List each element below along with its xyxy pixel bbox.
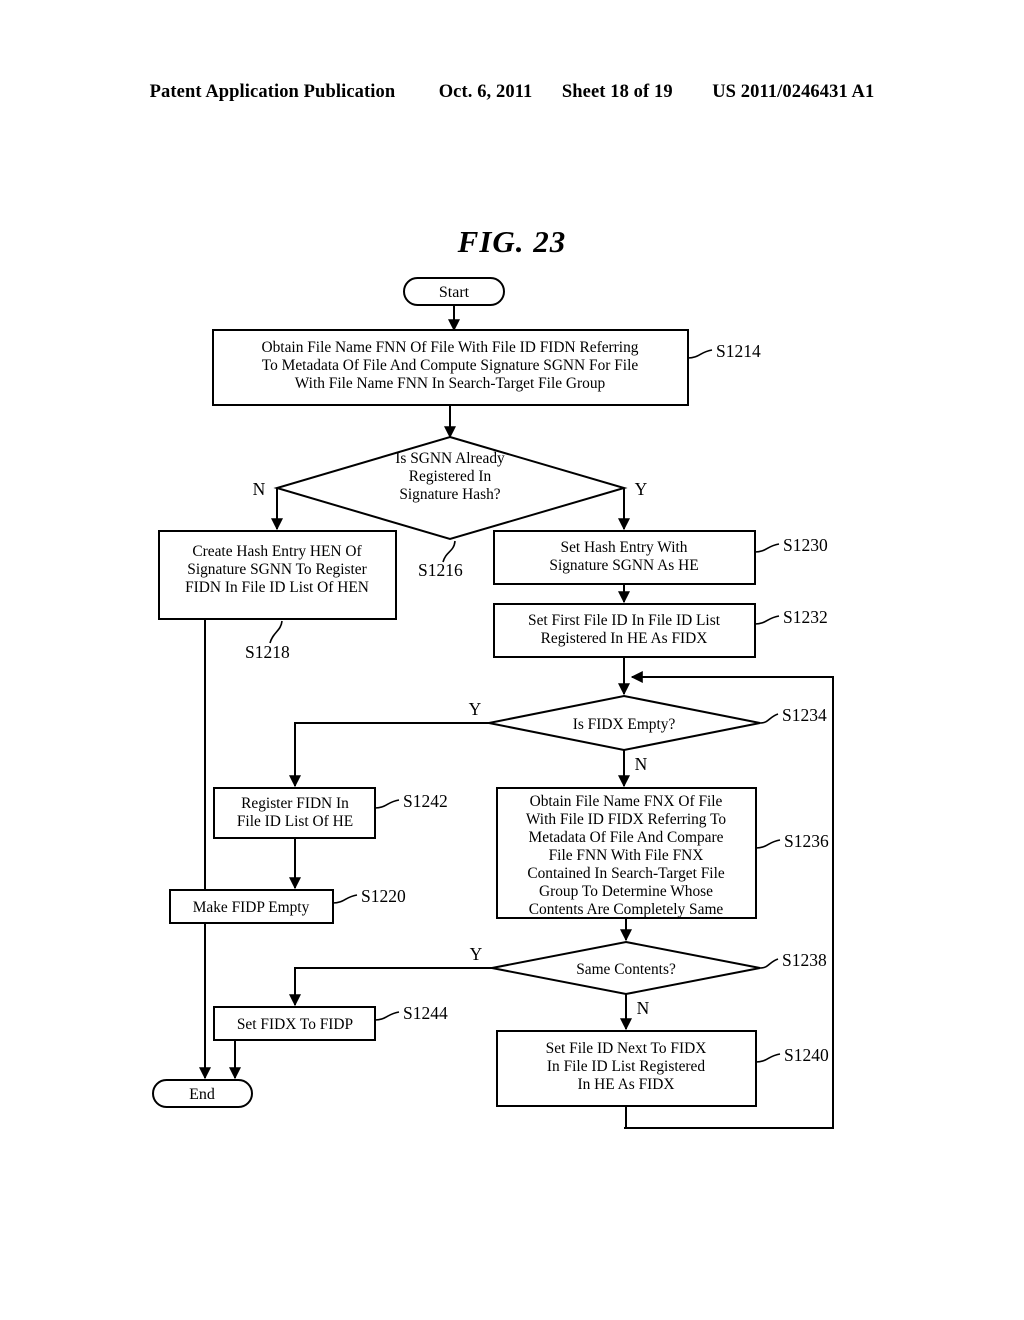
s1214-leader xyxy=(687,349,713,359)
s1236-line-1: With File ID FIDX Referring To xyxy=(526,811,727,828)
s1216-branch-yes-label: Y xyxy=(635,479,648,499)
s1234-step-id: S1234 xyxy=(782,705,827,725)
node-s1218: Create Hash Entry HEN Of Signature SGNN … xyxy=(158,530,397,662)
node-s1244: Set FIDX To FIDP S1244 xyxy=(213,1003,448,1041)
s1240-step-id: S1240 xyxy=(784,1045,829,1065)
edge-s1238-yes-to-s1244 xyxy=(289,967,492,1007)
node-s1240: Set File ID Next To FIDX In File ID List… xyxy=(496,1030,829,1107)
s1238-branch-no-label: N xyxy=(637,998,650,1018)
s1236-line-5: Group To Determine Whose xyxy=(539,883,713,900)
flowchart-diagram: Start Obtain File Name FNN Of File With … xyxy=(152,277,834,1129)
s1214-line-1: To Metadata Of File And Compute Signatur… xyxy=(262,357,639,374)
s1214-line-2: With File Name FNN In Search-Target File… xyxy=(295,375,606,392)
s1238-step-id: S1238 xyxy=(782,950,827,970)
s1232-line-1: Registered In HE As FIDX xyxy=(541,630,708,647)
s1230-step-id: S1230 xyxy=(783,535,828,555)
s1216-step-id: S1216 xyxy=(418,560,463,580)
s1218-step-id: S1218 xyxy=(245,642,290,662)
s1236-line-4: Contained In Search-Target File xyxy=(527,865,725,882)
node-start: Start xyxy=(403,277,505,306)
s1218-line-0: Create Hash Entry HEN Of xyxy=(192,543,362,560)
s1230-leader xyxy=(754,543,780,553)
s1234-branch-yes-label: Y xyxy=(469,699,482,719)
s1234-leader xyxy=(759,713,779,724)
s1234-branch-no-label: N xyxy=(635,754,648,774)
s1236-line-0: Obtain File Name FNX Of File xyxy=(530,793,723,810)
s1216-line-0: Is SGNN Already xyxy=(395,450,505,467)
start-label: Start xyxy=(439,284,470,301)
s1214-step-id: S1214 xyxy=(716,341,761,361)
s1220-leader xyxy=(332,894,358,904)
end-label: End xyxy=(189,1086,215,1103)
s1230-line-0: Set Hash Entry With xyxy=(561,539,688,556)
node-s1232: Set First File ID In File ID List Regist… xyxy=(493,603,828,658)
s1236-line-3: File FNN With File FNX xyxy=(549,847,704,864)
s1216-line-1: Registered In xyxy=(409,468,492,485)
node-s1238: Same Contents? S1238 xyxy=(491,940,827,996)
s1244-leader xyxy=(374,1011,400,1021)
s1230-line-1: Signature SGNN As HE xyxy=(549,557,698,574)
node-s1220: Make FIDP Empty S1220 xyxy=(169,886,406,924)
node-s1242: Register FIDN In File ID List Of HE S124… xyxy=(213,787,448,839)
s1232-step-id: S1232 xyxy=(783,607,828,627)
s1216-branch-no-label: N xyxy=(253,479,266,499)
node-s1214: Obtain File Name FNN Of File With File I… xyxy=(212,329,761,406)
s1236-line-2: Metadata Of File And Compare xyxy=(529,829,724,846)
s1242-step-id: S1242 xyxy=(403,791,448,811)
node-s1230: Set Hash Entry With Signature SGNN As HE… xyxy=(493,530,828,585)
s1240-line-2: In HE As FIDX xyxy=(577,1076,674,1093)
s1236-step-id: S1236 xyxy=(784,831,829,851)
s1236-line-6: Contents Are Completely Same xyxy=(529,901,724,918)
s1232-leader xyxy=(754,615,780,625)
edge-s1234-yes-to-s1242 xyxy=(289,722,489,788)
s1240-line-1: In File ID List Registered xyxy=(547,1058,705,1075)
patent-page: Patent Application Publication Oct. 6, 2… xyxy=(0,0,1024,1320)
s1238-leader xyxy=(759,958,779,969)
s1244-step-id: S1244 xyxy=(403,1003,448,1023)
s1216-leader xyxy=(442,540,456,563)
s1242-line-1: File ID List Of HE xyxy=(237,813,353,830)
s1218-line-2: FIDN In File ID List Of HEN xyxy=(185,579,369,596)
node-end: End xyxy=(152,1079,253,1108)
s1220-step-id: S1220 xyxy=(361,886,406,906)
s1220-line-0: Make FIDP Empty xyxy=(193,899,310,916)
s1242-leader xyxy=(374,799,400,809)
node-s1236: Obtain File Name FNX Of File With File I… xyxy=(496,787,829,919)
s1214-line-0: Obtain File Name FNN Of File With File I… xyxy=(262,339,639,356)
s1232-line-0: Set First File ID In File ID List xyxy=(528,612,721,629)
s1234-line-0: Is FIDX Empty? xyxy=(573,716,676,733)
s1244-line-0: Set FIDX To FIDP xyxy=(237,1016,353,1033)
s1240-leader xyxy=(755,1053,781,1063)
s1240-line-0: Set File ID Next To FIDX xyxy=(546,1040,707,1057)
s1238-branch-yes-label: Y xyxy=(470,944,483,964)
s1218-line-1: Signature SGNN To Register xyxy=(187,561,366,578)
s1242-line-0: Register FIDN In xyxy=(241,795,349,812)
s1218-leader xyxy=(269,620,283,644)
s1216-line-2: Signature Hash? xyxy=(399,486,500,503)
s1238-line-0: Same Contents? xyxy=(576,961,676,978)
s1236-leader xyxy=(755,839,781,849)
node-s1234: Is FIDX Empty? S1234 xyxy=(488,694,827,752)
